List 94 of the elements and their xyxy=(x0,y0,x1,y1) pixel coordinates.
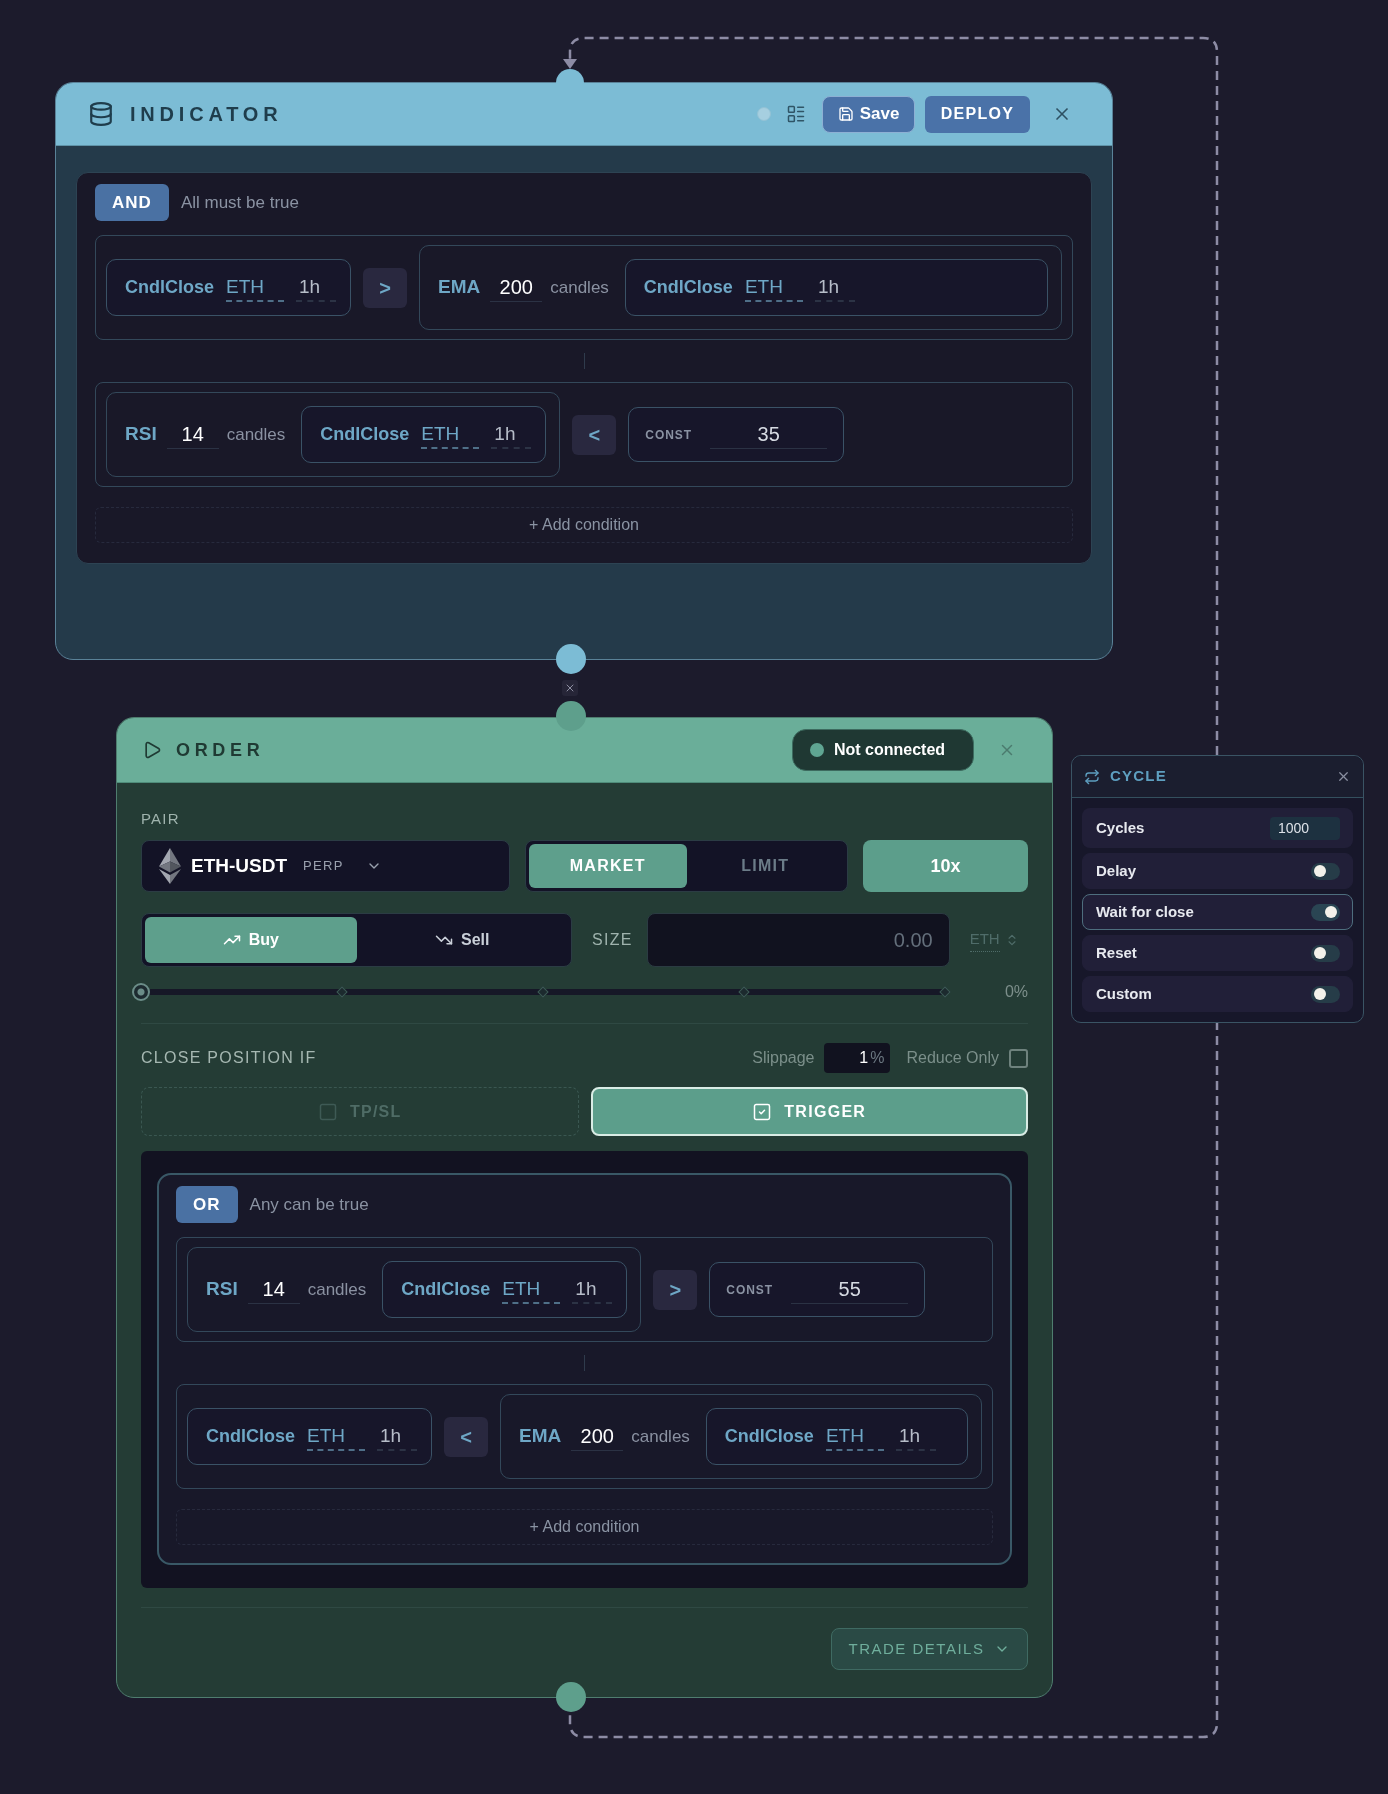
asset-select[interactable]: ETH xyxy=(226,273,284,302)
save-button[interactable]: Save xyxy=(822,95,915,133)
side-tab[interactable]: Sell xyxy=(356,917,568,963)
setting-label: Wait for close xyxy=(1096,901,1194,922)
slider-tick-icon xyxy=(336,986,348,998)
reduce-only-checkbox[interactable] xyxy=(1009,1048,1028,1068)
unit-label: candles xyxy=(307,1278,367,1301)
number-field[interactable]: 1000 xyxy=(1270,816,1340,840)
pair-select[interactable]: ETH-USDT PERP xyxy=(141,840,510,892)
indicator-name: EMA xyxy=(519,1424,562,1449)
indicator-name: RSI xyxy=(125,422,157,447)
asset-select[interactable]: ETH xyxy=(307,1422,365,1451)
indicator-name: RSI xyxy=(206,1277,238,1302)
const-label: CONST xyxy=(645,426,693,444)
connection-handle[interactable] xyxy=(556,644,586,674)
toggle-switch[interactable] xyxy=(1311,862,1340,880)
asset-select[interactable]: ETH xyxy=(744,273,803,302)
node-title: CYCLE xyxy=(1110,766,1167,787)
close-icon[interactable] xyxy=(1336,769,1351,784)
group-description: All must be true xyxy=(180,191,299,214)
toggle-switch[interactable] xyxy=(1311,985,1340,1003)
toggle-switch[interactable] xyxy=(1311,903,1340,921)
source-name: CndlClose xyxy=(724,1425,814,1448)
deploy-button[interactable]: DEPLOY xyxy=(925,95,1030,133)
logic-operator-button[interactable]: OR xyxy=(176,1186,238,1223)
reduce-only-label: Reduce Only xyxy=(906,1048,999,1068)
timeframe-select[interactable]: 1h xyxy=(491,420,532,449)
comparator-button[interactable]: < xyxy=(444,1416,488,1457)
pair-symbol: ETH-USDT xyxy=(191,853,288,878)
contract-type-label: PERP xyxy=(303,857,344,876)
period-field[interactable]: 200 xyxy=(490,273,543,302)
toggle-switch[interactable] xyxy=(1311,944,1340,962)
period-field[interactable]: 14 xyxy=(247,1275,300,1304)
repeat-icon xyxy=(1084,768,1100,785)
close-icon[interactable] xyxy=(564,682,576,694)
slider-thumb[interactable] xyxy=(132,983,150,1001)
node-title: INDICATOR xyxy=(130,102,283,127)
comparator-button[interactable]: > xyxy=(653,1269,698,1310)
period-field[interactable]: 200 xyxy=(571,1422,624,1451)
section-label: CLOSE POSITION IF xyxy=(141,1048,317,1068)
unit-label: candles xyxy=(550,276,609,299)
list-icon[interactable] xyxy=(786,104,806,124)
add-condition-button[interactable]: + Add condition xyxy=(176,1509,993,1545)
slider-tick-icon xyxy=(537,986,549,998)
trade-details-button[interactable]: TRADE DETAILS xyxy=(831,1628,1028,1670)
slider-tick-icon xyxy=(738,986,750,998)
setting-label: Reset xyxy=(1096,942,1137,963)
group-description: Any can be true xyxy=(249,1193,369,1216)
database-icon xyxy=(88,101,114,127)
const-label: CONST xyxy=(726,1281,774,1299)
timeframe-select[interactable]: 1h xyxy=(377,1422,417,1451)
slider-tick-icon xyxy=(939,986,951,998)
save-icon xyxy=(837,106,854,122)
unit-label: candles xyxy=(631,1425,690,1448)
field-label: PAIR xyxy=(141,810,180,828)
asset-select[interactable]: ETH xyxy=(825,1422,884,1451)
size-field[interactable]: 0.00 xyxy=(646,913,950,967)
field-label: SIZE xyxy=(592,930,633,950)
checkbox-icon xyxy=(317,1101,338,1122)
value-field[interactable]: 55 xyxy=(791,1275,909,1304)
logic-operator-button[interactable]: AND xyxy=(95,184,169,221)
indicator-name: EMA xyxy=(438,275,481,300)
value-field[interactable]: 35 xyxy=(710,420,828,449)
checkbox-checked-icon xyxy=(752,1101,773,1122)
comparator-button[interactable]: > xyxy=(363,267,407,308)
status-text: Not connected xyxy=(834,740,946,760)
slippage-label: Slippage xyxy=(752,1048,815,1068)
timeframe-select[interactable]: 1h xyxy=(296,273,336,302)
source-name: CndlClose xyxy=(320,423,410,446)
timeframe-select[interactable]: 1h xyxy=(572,1275,613,1304)
timeframe-select[interactable]: 1h xyxy=(895,1422,936,1451)
source-name: CndlClose xyxy=(125,276,214,299)
connection-handle[interactable] xyxy=(556,701,586,731)
add-condition-button[interactable]: + Add condition xyxy=(95,507,1073,543)
comparator-button[interactable]: < xyxy=(572,414,617,455)
setting-label: Delay xyxy=(1096,860,1137,881)
size-percent: 0% xyxy=(1004,982,1028,1002)
period-field[interactable]: 14 xyxy=(166,420,219,449)
unit-label: candles xyxy=(226,423,286,446)
play-icon xyxy=(142,739,162,761)
connection-handle[interactable] xyxy=(556,1682,586,1712)
diamond-icon xyxy=(159,848,181,884)
source-name: CndlClose xyxy=(401,1278,491,1301)
source-name: CndlClose xyxy=(643,276,733,299)
asset-select[interactable]: ETH xyxy=(502,1275,561,1304)
connection-handle[interactable] xyxy=(556,69,584,83)
source-name: CndlClose xyxy=(206,1425,295,1448)
setting-label: Cycles xyxy=(1096,817,1145,838)
timeframe-select[interactable]: 1h xyxy=(814,273,855,302)
asset-select[interactable]: ETH xyxy=(421,420,480,449)
node-title: ORDER xyxy=(176,738,265,762)
setting-label: Custom xyxy=(1096,983,1152,1004)
slippage-field[interactable]: 1% xyxy=(823,1043,890,1073)
order-type-tab[interactable]: LIMIT xyxy=(686,844,844,888)
